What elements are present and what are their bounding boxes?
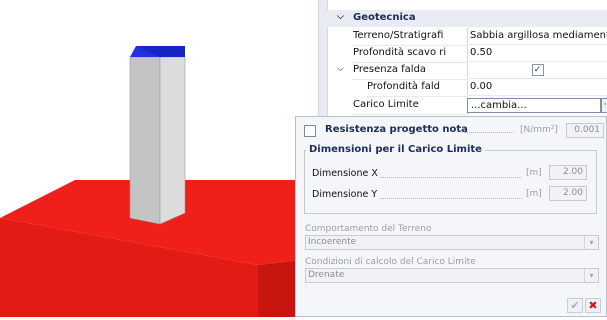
- resistenza-input[interactable]: 0.001: [566, 123, 604, 138]
- property-name: Terreno/Stratigrafi: [353, 28, 468, 46]
- category-geotecnica[interactable]: ⌵ Geotecnica: [327, 10, 607, 27]
- carico-limite-dialog: Resistenza progetto nota [N/mm²] 0.001 D…: [295, 116, 607, 317]
- leader-dots: [464, 132, 514, 133]
- resistenza-row: Resistenza progetto nota [N/mm²] 0.001: [304, 123, 604, 139]
- property-row-carico-limite[interactable]: Carico Limite ...cambia... ···: [327, 97, 607, 115]
- property-value[interactable]: 0.50: [467, 45, 607, 62]
- property-grid: ⌵ Geotecnica Terreno/Stratigrafi Sabbia …: [318, 0, 607, 120]
- resistenza-unit: [N/mm²]: [520, 125, 558, 135]
- dimensione-x-unit: [m]: [526, 168, 542, 178]
- dimensione-x-input[interactable]: 2.00: [549, 165, 587, 180]
- category-label: Geotecnica: [353, 12, 416, 23]
- cancel-button[interactable]: ✖: [585, 298, 601, 313]
- property-name: Profondità fald: [367, 79, 468, 97]
- carico-limite-field[interactable]: ...cambia...: [467, 98, 601, 113]
- property-value[interactable]: ✓: [467, 62, 607, 79]
- dimensione-y-label: Dimensione Y: [312, 189, 378, 200]
- condizioni-label: Condizioni di calcolo del Carico Limite: [305, 257, 476, 267]
- comportamento-value: Incoerente: [308, 237, 357, 247]
- property-row-profondita-scavo[interactable]: Profondità scavo ri 0.50: [327, 45, 607, 63]
- dimensione-x-label: Dimensione X: [312, 168, 378, 179]
- condizioni-value: Drenate: [308, 270, 345, 280]
- ellipsis-button[interactable]: ···: [601, 98, 607, 113]
- comportamento-label: Comportamento del Terreno: [305, 224, 432, 234]
- property-row-profondita-falda[interactable]: Profondità fald 0.00: [327, 79, 607, 97]
- property-row-terreno[interactable]: Terreno/Stratigrafi Sabbia argillosa med…: [327, 28, 607, 46]
- property-value[interactable]: 0.00: [467, 79, 607, 96]
- leader-dots: [380, 198, 522, 199]
- chevron-down-icon[interactable]: ▾: [584, 269, 598, 282]
- property-value[interactable]: Sabbia argillosa mediamente consc: [467, 28, 607, 45]
- comportamento-select[interactable]: Incoerente ▾: [305, 235, 599, 250]
- column-front-face: [129, 56, 161, 225]
- column-side-face: [159, 56, 186, 225]
- chevron-down-icon[interactable]: ⌵: [337, 12, 344, 22]
- resistenza-checkbox[interactable]: [304, 125, 316, 137]
- property-name: Profondità scavo ri: [353, 45, 468, 63]
- dimensione-y-input[interactable]: 2.00: [549, 186, 587, 201]
- foundation-model: [0, 46, 318, 317]
- chevron-down-icon[interactable]: ▾: [584, 236, 598, 249]
- ok-button[interactable]: ✔: [567, 298, 583, 313]
- resistenza-label: Resistenza progetto nota: [325, 124, 468, 135]
- property-row-presenza-falda[interactable]: ⌵ Presenza falda ✓: [327, 62, 607, 80]
- chevron-down-icon[interactable]: ⌵: [337, 64, 344, 74]
- leader-dots: [380, 177, 522, 178]
- dimensione-y-unit: [m]: [526, 189, 542, 199]
- dimensioni-group: [304, 150, 597, 214]
- dimensioni-group-title: Dimensioni per il Carico Limite: [306, 144, 485, 155]
- property-name: Carico Limite: [353, 97, 468, 115]
- property-name: Presenza falda: [353, 62, 468, 80]
- checkbox-checked-icon[interactable]: ✓: [531, 64, 544, 76]
- 3d-viewport[interactable]: [0, 0, 318, 317]
- condizioni-select[interactable]: Drenate ▾: [305, 268, 599, 283]
